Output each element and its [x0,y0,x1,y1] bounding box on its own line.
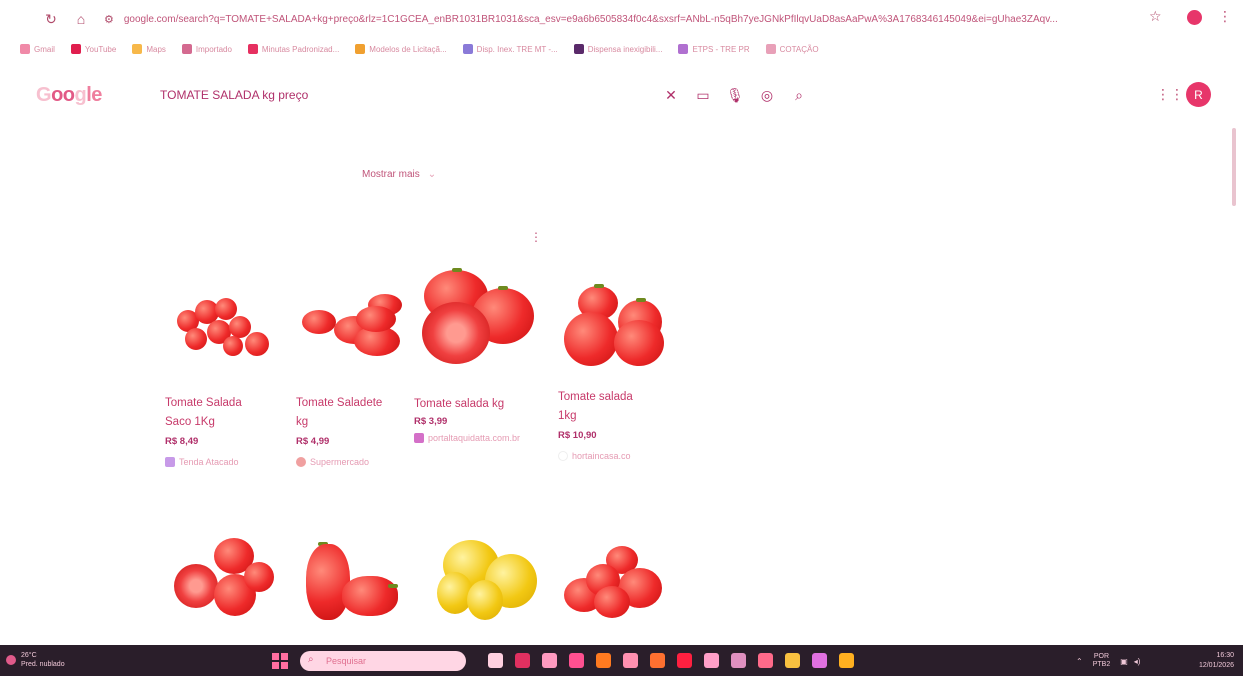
weather-icon [6,655,16,665]
page-scrollbar[interactable] [1232,128,1236,206]
keyboard-icon[interactable]: ▭ [692,85,714,105]
search-tools: ✕ ▭ 🎙 ◎ ⌕ [660,85,820,105]
taskbar-app-icon[interactable] [812,653,827,668]
system-tray: ⌃ POR PTB2 ▣ ◂) [1076,653,1140,669]
google-apps-icon[interactable]: ⋮⋮ [1156,86,1184,103]
bookmark-favicon-icon [70,44,81,54]
bookmark-favicon-icon [462,44,473,54]
account-avatar[interactable]: R [1186,82,1211,107]
taskbar-app-icon[interactable] [488,653,503,668]
taskbar-app-icon[interactable] [704,653,719,668]
microphone-icon[interactable]: 🎙 [724,85,746,105]
bookmark-favicon-icon [181,44,192,54]
taskbar-clock[interactable]: 16:30 12/01/2026 [1178,651,1234,671]
bookmark-item[interactable]: ETPS - TRE PR [678,44,750,54]
store-favicon-icon [414,433,424,443]
product-card[interactable]: Tomate Saladete kg R$ 4,99 Supermercado [296,270,416,467]
product-image[interactable] [168,530,288,630]
reload-icon[interactable]: ↻ [40,8,62,30]
lens-camera-icon[interactable]: ◎ [756,85,778,105]
taskbar-apps [488,653,866,668]
taskbar-app-icon[interactable] [758,653,773,668]
search-input[interactable]: TOMATE SALADA kg preço [160,88,308,102]
bookmark-favicon-icon [355,44,366,54]
bookmark-favicon-icon [20,44,30,54]
product-image[interactable] [300,532,420,632]
taskbar-app-icon[interactable] [839,653,854,668]
product-image[interactable] [560,532,680,632]
bookmark-favicon-icon [573,44,584,54]
bookmark-item[interactable]: Minutas Padronizad... [247,44,339,54]
weather-widget[interactable]: 26°C Pred. nublado [6,651,65,669]
browser-menu-icon[interactable]: ⋮ [1218,8,1232,25]
search-icon: ⌕ [308,654,314,665]
volume-icon[interactable]: ◂) [1134,657,1141,666]
bookmark-item[interactable]: Disp. Inex. TRE MT -... [462,44,558,54]
taskbar-app-icon[interactable] [569,653,584,668]
product-card[interactable]: Tomate salada kg R$ 3,99 portaltaquidatt… [414,258,534,443]
bookmark-star-icon[interactable]: ☆ [1149,8,1162,25]
product-image[interactable] [296,270,406,370]
search-icon[interactable]: ⌕ [788,85,810,105]
clear-search-icon[interactable]: ✕ [660,85,682,105]
network-icon[interactable]: ▣ [1120,657,1128,666]
taskbar-app-icon[interactable] [623,653,638,668]
chevron-down-icon: ⌄ [427,169,437,180]
store-favicon-icon [165,457,175,467]
taskbar-app-icon[interactable] [785,653,800,668]
bookmark-item[interactable]: Importado [181,44,232,54]
more-options-icon[interactable]: ⋮ [530,230,542,244]
windows-taskbar: 26°C Pred. nublado ⌕ Pesquisar ⌃ POR PTB2 … [0,645,1243,676]
taskbar-app-icon[interactable] [596,653,611,668]
url-text[interactable]: google.com/search?q=TOMATE+SALADA+kg+pre… [124,14,1058,25]
language-indicator[interactable]: POR PTB2 [1093,653,1111,669]
product-image[interactable] [433,532,553,632]
taskbar-app-icon[interactable] [650,653,665,668]
home-icon[interactable]: ⌂ [70,8,92,30]
bookmark-favicon-icon [247,44,258,54]
browser-profile-icon[interactable] [1187,10,1202,25]
google-logo[interactable]: Google [36,84,102,107]
taskbar-app-icon[interactable] [731,653,746,668]
bookmarks-bar: Gmail YouTube Maps Importado Minutas Padroni… [0,38,1243,60]
show-more-button[interactable]: Mostrar mais ⌄ [362,169,436,180]
tray-chevron-up-icon[interactable]: ⌃ [1076,657,1083,666]
bookmark-item[interactable]: Dispensa inexigibili... [573,44,662,54]
bookmark-favicon-icon [765,44,776,54]
taskbar-app-icon[interactable] [515,653,530,668]
site-info-icon[interactable]: ⚙ [104,13,114,26]
bookmark-item[interactable]: Gmail [20,44,55,54]
taskbar-app-icon[interactable] [542,653,557,668]
bookmark-item[interactable]: YouTube [70,44,116,54]
bookmark-item[interactable]: COTAÇÃO [765,44,819,54]
product-image[interactable] [558,282,668,382]
browser-toolbar: ↻ ⌂ ⚙ google.com/search?q=TOMATE+SALADA+… [0,0,1243,38]
bookmark-item[interactable]: Modelos de Licitaçã... [355,44,447,54]
store-favicon-icon [296,457,306,467]
product-card[interactable]: Tomate salada 1kg R$ 10,90 hortaincasa.c… [558,282,678,461]
store-favicon-icon [558,451,568,461]
bookmark-favicon-icon [678,44,689,54]
windows-start-icon[interactable] [272,653,288,669]
bookmark-favicon-icon [132,44,143,54]
product-image[interactable] [165,270,275,370]
product-card[interactable]: Tomate Salada Saco 1Kg R$ 8,49 Tenda Ata… [165,270,285,467]
taskbar-app-icon[interactable] [677,653,692,668]
address-bar[interactable]: ⚙ google.com/search?q=TOMATE+SALADA+kg+p… [104,7,1144,31]
product-image[interactable] [414,258,539,370]
taskbar-search-input[interactable]: ⌕ Pesquisar [300,651,466,671]
bookmark-item[interactable]: Maps [132,44,166,54]
